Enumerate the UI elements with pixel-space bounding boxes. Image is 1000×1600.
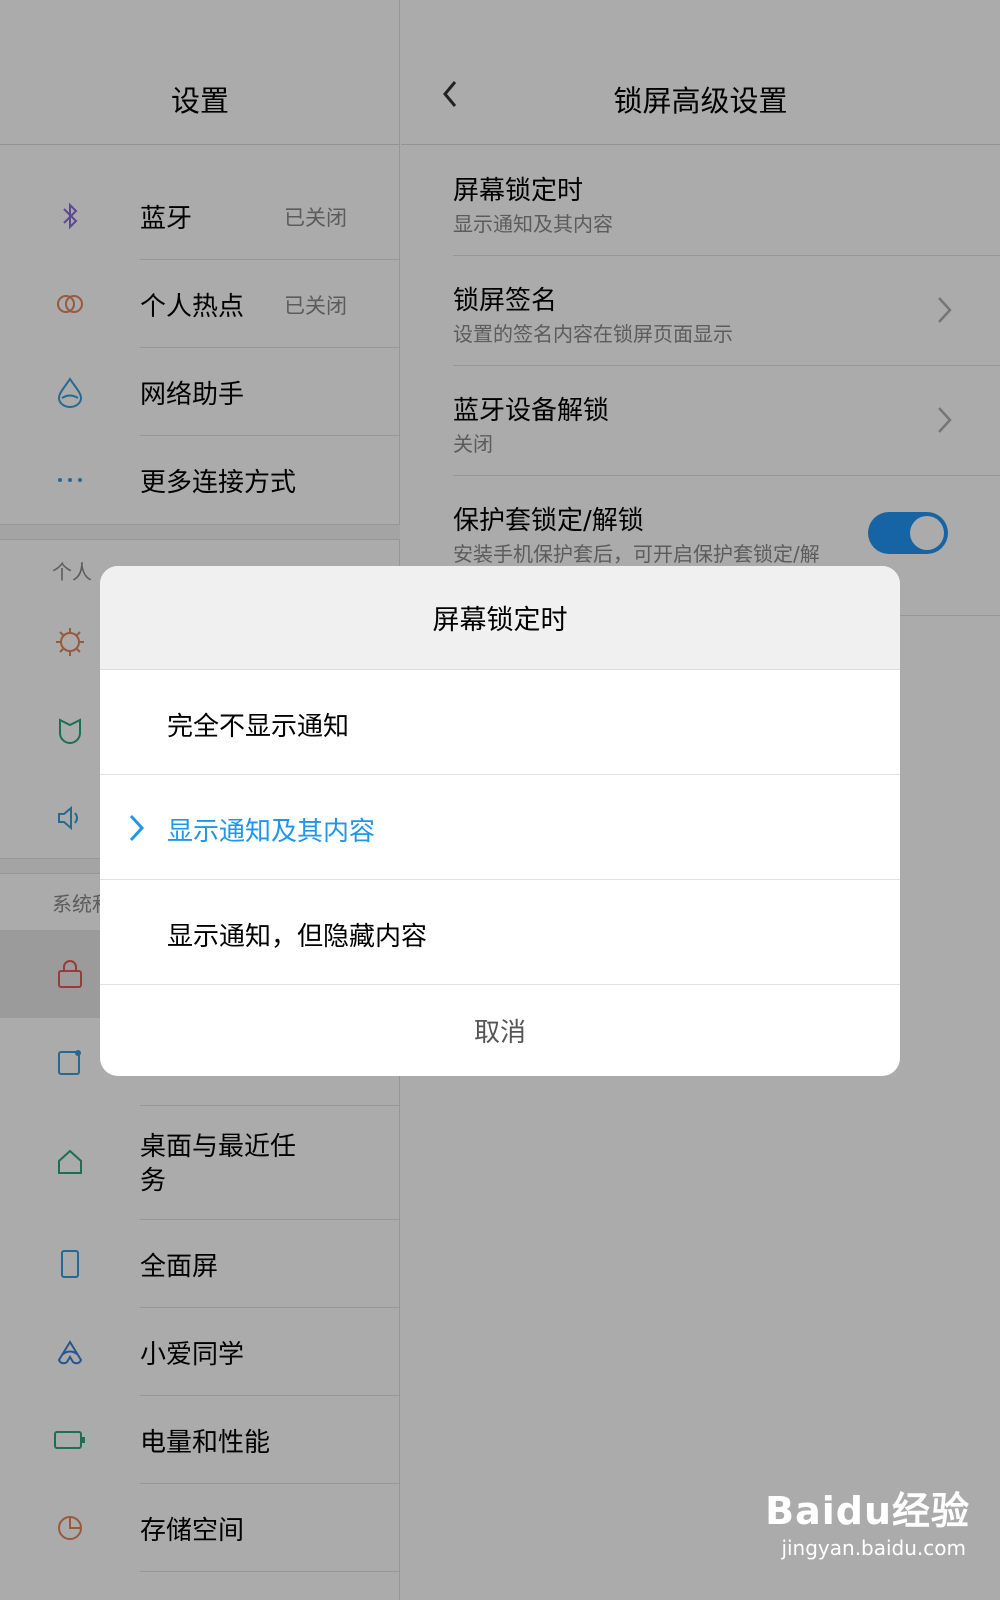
selected-chevron-icon [128, 813, 146, 843]
dialog-title: 屏幕锁定时 [100, 566, 900, 670]
watermark-sub: jingyan.baidu.com [781, 1536, 966, 1560]
watermark-main: Baidu经验 [765, 1489, 970, 1533]
baidu-watermark: Baidu经验 jingyan.baidu.com [765, 1480, 970, 1570]
cancel-button[interactable]: 取消 [100, 985, 900, 1075]
option-label: 显示通知，但隐藏内容 [167, 922, 428, 952]
option-label: 显示通知及其内容 [167, 817, 376, 847]
option-hide-all[interactable]: 完全不显示通知 [100, 670, 900, 775]
screen-lock-dialog: 屏幕锁定时 完全不显示通知 显示通知及其内容 显示通知，但隐藏内容 取消 [100, 566, 900, 1076]
option-label: 完全不显示通知 [167, 712, 350, 742]
option-hide-content[interactable]: 显示通知，但隐藏内容 [100, 880, 900, 985]
option-show-content[interactable]: 显示通知及其内容 [100, 775, 900, 880]
